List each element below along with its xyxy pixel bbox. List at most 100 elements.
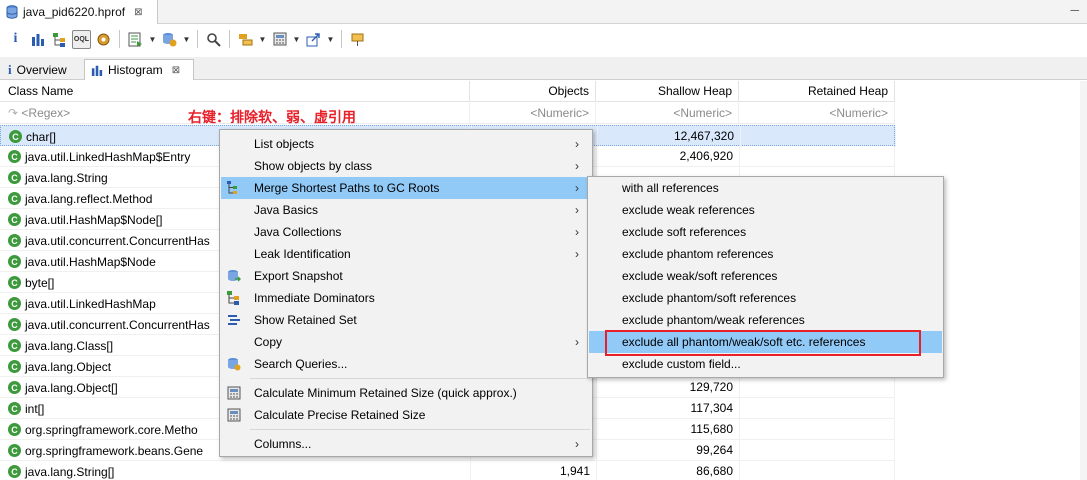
menu-item-label: Show objects by class bbox=[254, 159, 373, 173]
pin-icon[interactable] bbox=[348, 30, 367, 49]
submenu-item-exclude-custom[interactable]: exclude custom field... bbox=[589, 353, 942, 375]
menu-item-export-snapshot[interactable]: Export Snapshot bbox=[221, 265, 591, 287]
vertical-scrollbar[interactable] bbox=[1080, 81, 1087, 480]
chevron-right-icon: › bbox=[575, 181, 579, 195]
menu-item-immediate-dominators[interactable]: Immediate Dominators bbox=[221, 287, 591, 309]
menu-item-calc-min-retained[interactable]: Calculate Minimum Retained Size (quick a… bbox=[221, 382, 591, 404]
class-icon: C bbox=[8, 150, 21, 163]
menu-item-leak-identification[interactable]: Leak Identification › bbox=[221, 243, 591, 265]
histogram-icon[interactable] bbox=[28, 30, 47, 49]
submenu-item-exclude-weak-soft[interactable]: exclude weak/soft references bbox=[589, 265, 942, 287]
search-icon[interactable] bbox=[204, 30, 223, 49]
filter-shallow-heap[interactable]: <Numeric> bbox=[596, 103, 739, 124]
run-report-icon[interactable] bbox=[126, 30, 145, 49]
class-name: byte[] bbox=[25, 275, 55, 290]
highlight-box bbox=[605, 330, 921, 356]
class-icon: C bbox=[8, 297, 21, 310]
toolbar-separator bbox=[341, 30, 342, 48]
chevron-down-icon[interactable]: ▼ bbox=[326, 35, 335, 44]
class-icon: C bbox=[8, 360, 21, 373]
menu-item-label: Calculate Minimum Retained Size (quick a… bbox=[254, 386, 517, 400]
retained-heap-cell bbox=[739, 419, 895, 440]
shallow-heap-cell: 12,467,320 bbox=[597, 126, 740, 147]
menu-item-label: Leak Identification bbox=[254, 247, 351, 261]
column-header-class-name[interactable]: Class Name bbox=[0, 81, 470, 102]
class-name: org.springframework.core.Metho bbox=[25, 422, 198, 437]
submenu-item-exclude-weak[interactable]: exclude weak references bbox=[589, 199, 942, 221]
editor-tab-label: java_pid6220.hprof bbox=[23, 5, 126, 19]
menu-item-merge-shortest-paths[interactable]: Merge Shortest Paths to GC Roots › bbox=[221, 177, 591, 199]
filter-row: ↷ <Regex> <Numeric> <Numeric> <Numeric> bbox=[0, 103, 895, 124]
column-header-objects[interactable]: Objects bbox=[470, 81, 596, 102]
class-icon: C bbox=[8, 276, 21, 289]
calculator-icon bbox=[227, 386, 241, 400]
menu-item-calc-precise-retained[interactable]: Calculate Precise Retained Size bbox=[221, 404, 591, 426]
menu-item-show-objects-by-class[interactable]: Show objects by class › bbox=[221, 155, 591, 177]
class-icon: C bbox=[8, 444, 21, 457]
class-icon: C bbox=[8, 255, 21, 268]
query-browser-icon bbox=[228, 358, 241, 371]
menu-item-java-basics[interactable]: Java Basics › bbox=[221, 199, 591, 221]
submenu-item-exclude-phantom-soft[interactable]: exclude phantom/soft references bbox=[589, 287, 942, 309]
export-icon[interactable] bbox=[304, 30, 323, 49]
query-browser-icon[interactable] bbox=[160, 30, 179, 49]
submenu-item-exclude-soft[interactable]: exclude soft references bbox=[589, 221, 942, 243]
submenu-item-with-all[interactable]: with all references bbox=[589, 177, 942, 199]
menu-item-list-objects[interactable]: List objects › bbox=[221, 133, 591, 155]
table-row[interactable]: Cjava.lang.String[] 1,941 86,680 bbox=[0, 461, 895, 480]
submenu-item-exclude-phantom[interactable]: exclude phantom references bbox=[589, 243, 942, 265]
class-name: java.lang.Object[] bbox=[25, 380, 118, 395]
menu-item-columns[interactable]: Columns... › bbox=[221, 433, 591, 455]
chevron-right-icon: › bbox=[575, 137, 579, 151]
menu-item-show-retained-set[interactable]: Show Retained Set bbox=[221, 309, 591, 331]
column-header-shallow-heap[interactable]: Shallow Heap bbox=[596, 81, 739, 102]
menu-item-search-queries[interactable]: Search Queries... bbox=[221, 353, 591, 375]
info-icon[interactable]: i bbox=[6, 30, 25, 49]
menu-item-label: Calculate Precise Retained Size bbox=[254, 408, 426, 422]
tab-histogram[interactable]: Histogram ⊠ bbox=[84, 59, 194, 80]
tab-overview[interactable]: i Overview bbox=[2, 59, 82, 80]
tab-histogram-label: Histogram bbox=[108, 63, 163, 77]
table-header: Class Name Objects Shallow Heap Retained… bbox=[0, 81, 895, 102]
retained-heap-cell bbox=[739, 440, 895, 461]
class-icon: C bbox=[8, 465, 21, 478]
minimize-icon[interactable]: ─ bbox=[1070, 3, 1079, 17]
shallow-heap-cell: 2,406,920 bbox=[596, 146, 739, 167]
menu-item-label: Java Basics bbox=[254, 203, 319, 217]
class-name: java.util.HashMap$Node bbox=[25, 254, 156, 269]
submenu-item-exclude-phantom-weak[interactable]: exclude phantom/weak references bbox=[589, 309, 942, 331]
group-by-icon[interactable] bbox=[236, 30, 255, 49]
dominator-tree-icon[interactable] bbox=[50, 30, 69, 49]
class-icon: C bbox=[9, 130, 22, 143]
chevron-down-icon[interactable]: ▼ bbox=[292, 35, 301, 44]
menu-item-copy[interactable]: Copy › bbox=[221, 331, 591, 353]
chevron-down-icon[interactable]: ▼ bbox=[148, 35, 157, 44]
menu-item-label: Search Queries... bbox=[254, 357, 348, 371]
close-icon[interactable]: ⊠ bbox=[134, 7, 142, 18]
class-name: java.lang.reflect.Method bbox=[25, 191, 153, 206]
calculator-icon[interactable] bbox=[270, 30, 289, 49]
close-icon[interactable]: ⊠ bbox=[172, 65, 180, 76]
class-name: java.util.HashMap$Node[] bbox=[25, 212, 163, 227]
class-name: java.util.LinkedHashMap bbox=[25, 296, 156, 311]
class-name: int[] bbox=[25, 401, 45, 416]
toolbar-separator bbox=[119, 30, 120, 48]
column-header-retained-heap[interactable]: Retained Heap bbox=[739, 81, 895, 102]
class-name: java.lang.Object bbox=[25, 359, 112, 374]
thread-overview-icon[interactable] bbox=[94, 30, 113, 49]
class-name: java.util.LinkedHashMap$Entry bbox=[25, 149, 191, 164]
histogram-icon bbox=[91, 65, 103, 76]
oql-icon[interactable]: OQL bbox=[72, 29, 91, 49]
filter-objects[interactable]: <Numeric> bbox=[470, 103, 596, 124]
shallow-heap-cell: 86,680 bbox=[596, 461, 739, 480]
editor-tab-hprof[interactable]: java_pid6220.hprof ⊠ bbox=[0, 0, 158, 24]
chevron-down-icon[interactable]: ▼ bbox=[182, 35, 191, 44]
menu-item-label: Java Collections bbox=[254, 225, 342, 239]
filter-retained-heap[interactable]: <Numeric> bbox=[739, 103, 895, 124]
class-name: java.util.concurrent.ConcurrentHas bbox=[25, 233, 210, 248]
menu-item-java-collections[interactable]: Java Collections › bbox=[221, 221, 591, 243]
menu-item-label: Show Retained Set bbox=[254, 313, 357, 327]
shallow-heap-cell: 115,680 bbox=[596, 419, 739, 440]
chevron-down-icon[interactable]: ▼ bbox=[258, 35, 267, 44]
chevron-right-icon: › bbox=[575, 335, 579, 349]
